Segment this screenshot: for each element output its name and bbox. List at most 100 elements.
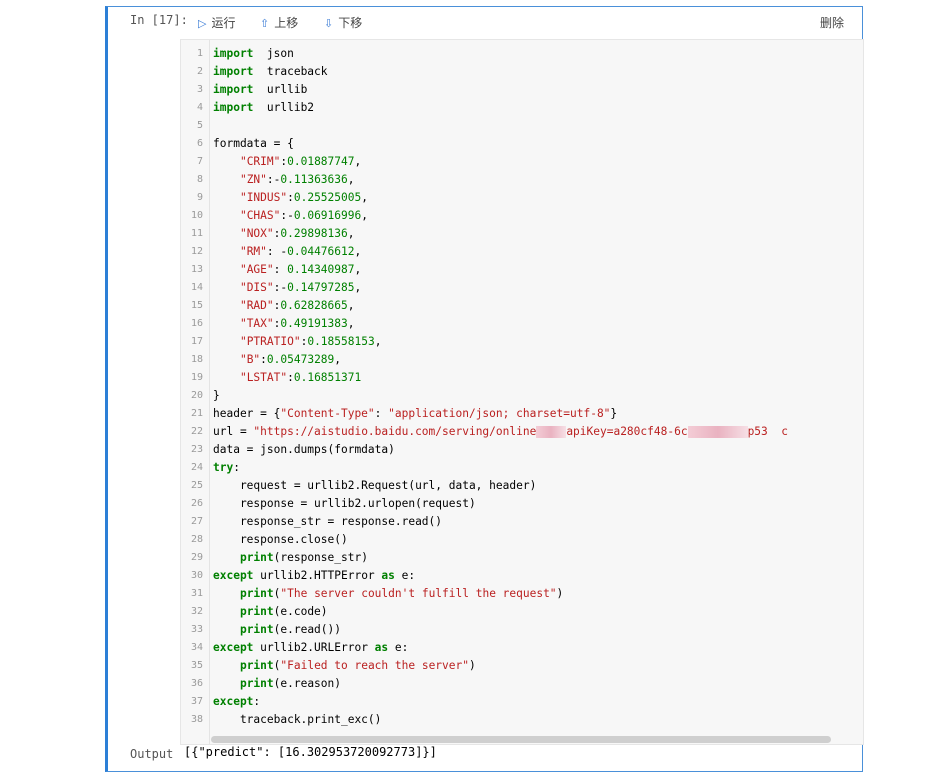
line-number: 15 <box>190 300 203 311</box>
code-token: , <box>347 299 355 312</box>
code-token: traceback <box>253 65 328 78</box>
code-line: try: <box>213 459 240 477</box>
code-token: 0.14797285 <box>287 281 355 294</box>
code-token: except <box>213 641 254 654</box>
line-number: 30 <box>190 570 203 581</box>
code-token: apiKey=a280cf48-6c <box>566 425 688 438</box>
code-token: import <box>213 83 254 96</box>
in-prompt: In [17]: <box>130 13 188 27</box>
run-label: 运行 <box>211 16 236 30</box>
code-token: json <box>253 47 294 60</box>
code-line: "CHAS":-0.06916996, <box>213 207 368 225</box>
code-line: response.close() <box>213 531 348 549</box>
code-line: "ZN":-0.11363636, <box>213 171 355 189</box>
code-token: :- <box>273 281 288 294</box>
code-token: "RM" <box>239 245 267 258</box>
code-line: response_str = response.read() <box>213 513 442 531</box>
code-token: as <box>381 569 395 582</box>
run-button[interactable]: ▷ 运行 <box>198 14 235 31</box>
code-token: : <box>287 371 294 384</box>
code-line: import traceback <box>213 63 328 81</box>
line-number: 5 <box>196 120 203 131</box>
code-line: "NOX":0.29898136, <box>213 225 355 243</box>
code-token: , <box>347 227 355 240</box>
delete-button[interactable]: 删除 <box>820 14 844 31</box>
code-token: ) <box>468 659 476 672</box>
code-line: "CRIM":0.01887747, <box>213 153 361 171</box>
code-line: import urllib <box>213 81 307 99</box>
code-line: "PTRATIO":0.18558153, <box>213 333 381 351</box>
code-token: traceback.print_exc() <box>213 713 382 726</box>
code-line: traceback.print_exc() <box>213 711 381 729</box>
code-line: "INDUS":0.25525005, <box>213 189 368 207</box>
code-token: urllib2.URLError <box>253 641 375 654</box>
code-token: "CHAS" <box>239 209 281 222</box>
code-line: except urllib2.HTTPError as e: <box>213 567 415 585</box>
horizontal-scrollbar[interactable] <box>211 736 831 743</box>
code-token: "CRIM" <box>239 155 281 168</box>
code-cell[interactable]: In [17]: ▷ 运行 ⇧ 上移 ⇩ 下移 删除 1 2 3 4 5 6 7 8 9 10 11 12 1… <box>105 6 864 772</box>
code-line: "RAD":0.62828665, <box>213 297 355 315</box>
line-number: 16 <box>190 318 203 329</box>
code-token: , <box>354 281 362 294</box>
code-token: "ZN" <box>239 173 267 186</box>
code-token: try <box>213 461 234 474</box>
line-number: 20 <box>190 390 203 401</box>
code-line: request = urllib2.Request(url, data, hea… <box>213 477 536 495</box>
move-up-label: 上移 <box>274 16 299 30</box>
code-token: urllib2 <box>253 101 315 114</box>
code-token: "Content-Type" <box>280 407 375 420</box>
code-area[interactable]: import json import traceback import urllib… <box>213 40 863 744</box>
line-number: 38 <box>190 714 203 725</box>
code-token: e: <box>394 569 416 582</box>
code-token: "PTRATIO" <box>239 335 301 348</box>
code-line: "B":0.05473289, <box>213 351 341 369</box>
code-token: request = urllib2.Request(url, data, hea… <box>213 479 537 492</box>
code-editor[interactable]: 1 2 3 4 5 6 7 8 9 10 11 12 13 14 15 16 17 18 19 20 21 22 23 24 2… <box>180 39 864 745</box>
arrow-down-icon: ⇩ <box>324 18 334 30</box>
code-line: print(e.code) <box>213 603 328 621</box>
code-line: import json <box>213 45 294 63</box>
code-token: print <box>239 587 274 600</box>
code-token: , <box>354 263 362 276</box>
line-number: 8 <box>196 174 203 185</box>
line-number: 27 <box>190 516 203 527</box>
code-token: 0.06916996 <box>293 209 362 222</box>
move-down-label: 下移 <box>338 16 363 30</box>
line-number: 9 <box>196 192 203 203</box>
line-number: 22 <box>190 426 203 437</box>
code-token: response.close() <box>213 533 348 546</box>
code-line: "DIS":-0.14797285, <box>213 279 361 297</box>
code-token: "RAD" <box>239 299 274 312</box>
code-token: : <box>287 191 294 204</box>
move-down-button[interactable]: ⇩ 下移 <box>324 14 362 31</box>
code-token: : <box>273 263 288 276</box>
code-line: "TAX":0.49191383, <box>213 315 355 333</box>
code-token: : <box>260 353 267 366</box>
code-token: "NOX" <box>239 227 274 240</box>
code-token: except <box>213 569 254 582</box>
code-token: : <box>374 407 389 420</box>
code-token: urllib <box>253 83 308 96</box>
code-token: import <box>213 47 254 60</box>
code-token: except <box>213 695 254 708</box>
move-up-button[interactable]: ⇧ 上移 <box>260 14 298 31</box>
line-number: 7 <box>196 156 203 167</box>
code-token: ) <box>556 587 564 600</box>
line-number: 21 <box>190 408 203 419</box>
code-line: print("The server couldn't fulfill the r… <box>213 585 563 603</box>
code-line: url = "https://aistudio.baidu.com/servin… <box>213 423 788 441</box>
code-token: print <box>239 551 274 564</box>
line-number: 14 <box>190 282 203 293</box>
code-token: print <box>239 677 274 690</box>
out-prompt: Output <box>130 747 174 761</box>
